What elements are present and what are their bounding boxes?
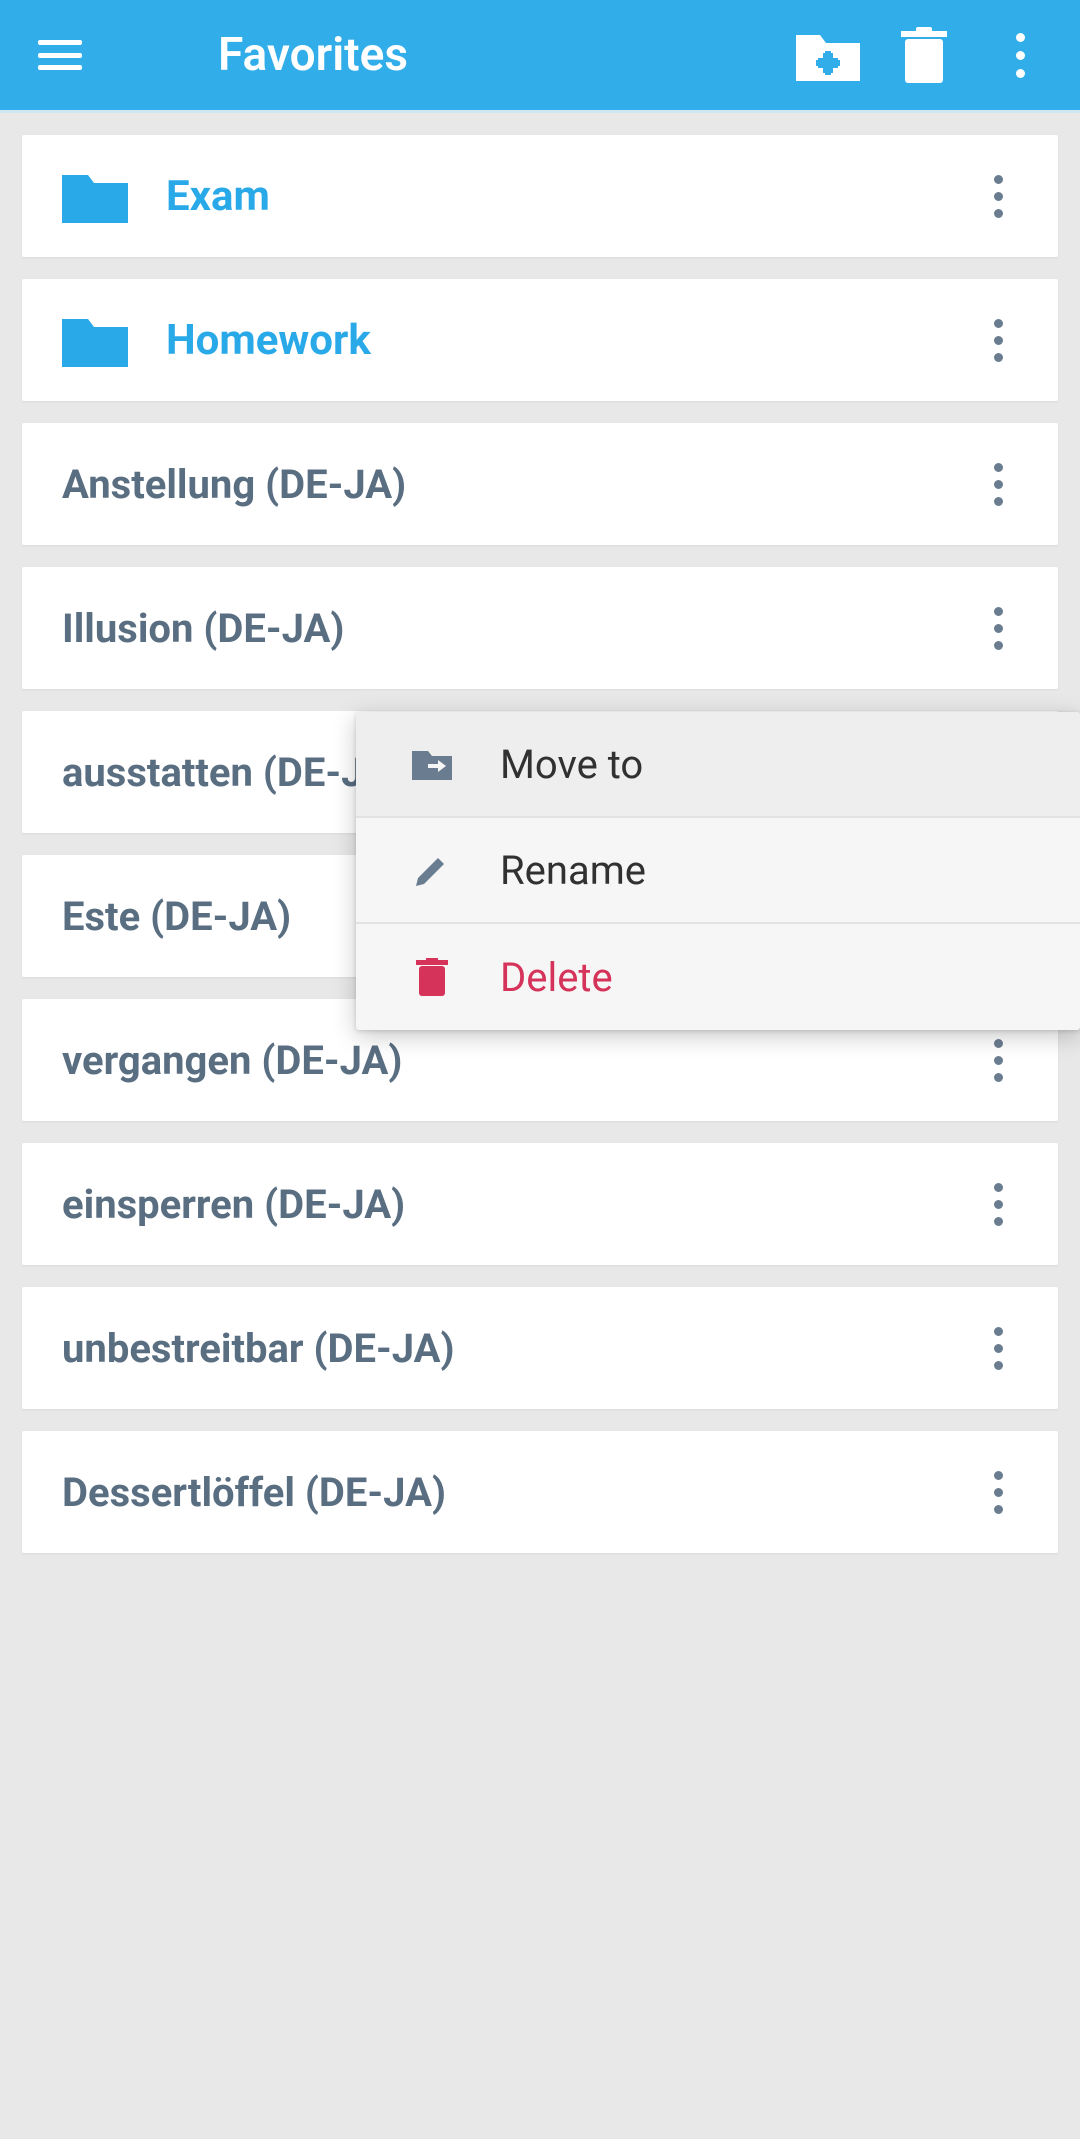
- more-vert-icon: [994, 607, 1003, 650]
- more-vert-icon: [994, 463, 1003, 506]
- more-vert-icon: [994, 175, 1003, 218]
- menu-label: Move to: [500, 741, 643, 788]
- more-vert-icon: [994, 1039, 1003, 1082]
- item-menu-button[interactable]: [976, 598, 1020, 658]
- list-item[interactable]: Anstellung (DE-JA): [22, 423, 1058, 545]
- overflow-button[interactable]: [978, 13, 1062, 97]
- list-item[interactable]: unbestreitbar (DE-JA): [22, 1287, 1058, 1409]
- app-bar: Favorites: [0, 0, 1080, 113]
- item-label: einsperren (DE-JA): [62, 1181, 405, 1228]
- menu-move-to[interactable]: Move to: [356, 712, 1080, 818]
- menu-button[interactable]: [30, 25, 90, 85]
- menu-label: Rename: [500, 847, 646, 894]
- more-vert-icon: [994, 319, 1003, 362]
- folder-label: Homework: [166, 316, 371, 365]
- trash-icon: [901, 27, 947, 83]
- folder-plus-icon: [796, 29, 860, 81]
- list-item[interactable]: einsperren (DE-JA): [22, 1143, 1058, 1265]
- item-label: unbestreitbar (DE-JA): [62, 1325, 455, 1372]
- more-vert-icon: [994, 1471, 1003, 1514]
- more-vert-icon: [994, 1183, 1003, 1226]
- menu-rename[interactable]: Rename: [356, 818, 1080, 924]
- new-folder-button[interactable]: [786, 13, 870, 97]
- more-vert-icon: [994, 1327, 1003, 1370]
- context-menu: Move to Rename Delete: [356, 712, 1080, 1030]
- trash-icon: [410, 955, 454, 999]
- move-to-icon: [410, 742, 454, 786]
- item-label: Illusion (DE-JA): [62, 605, 344, 652]
- more-vert-icon: [1016, 33, 1025, 78]
- item-menu-button[interactable]: [976, 166, 1020, 226]
- pencil-icon: [410, 848, 454, 892]
- menu-delete[interactable]: Delete: [356, 924, 1080, 1030]
- menu-label: Delete: [500, 954, 613, 1001]
- hamburger-icon: [38, 40, 82, 70]
- page-title: Favorites: [218, 28, 408, 82]
- folder-icon: [62, 313, 128, 367]
- item-menu-button[interactable]: [976, 1462, 1020, 1522]
- item-label: vergangen (DE-JA): [62, 1037, 402, 1084]
- folder-label: Exam: [166, 172, 270, 221]
- item-menu-button[interactable]: [976, 454, 1020, 514]
- item-menu-button[interactable]: [976, 310, 1020, 370]
- item-menu-button[interactable]: [976, 1030, 1020, 1090]
- folder-item[interactable]: Exam: [22, 135, 1058, 257]
- item-label: Dessertlöffel (DE-JA): [62, 1469, 446, 1516]
- folder-icon: [62, 169, 128, 223]
- delete-button[interactable]: [882, 13, 966, 97]
- item-label: Este (DE-JA): [62, 893, 291, 940]
- item-label: Anstellung (DE-JA): [62, 461, 406, 508]
- item-menu-button[interactable]: [976, 1318, 1020, 1378]
- folder-item[interactable]: Homework: [22, 279, 1058, 401]
- list-item[interactable]: Dessertlöffel (DE-JA): [22, 1431, 1058, 1553]
- item-menu-button[interactable]: [976, 1174, 1020, 1234]
- item-label: ausstatten (DE-JA): [62, 749, 404, 796]
- list-item[interactable]: Illusion (DE-JA): [22, 567, 1058, 689]
